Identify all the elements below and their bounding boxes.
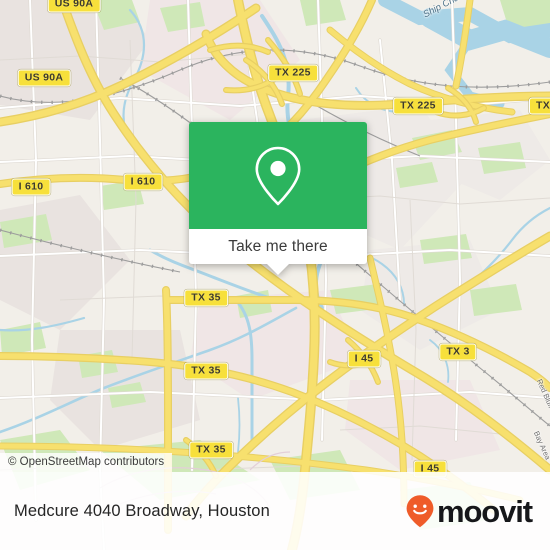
moovit-pin-icon: [406, 495, 434, 528]
callout-action-bar[interactable]: Take me there: [189, 229, 367, 275]
highway-shield: TX 3: [439, 343, 477, 361]
moovit-wordmark: moovit: [436, 493, 533, 529]
highway-shield: US 90A: [47, 0, 101, 13]
highway-shield: US 90A: [17, 69, 71, 87]
callout-pointer-tail: [267, 264, 289, 275]
highway-shield: TX 225: [268, 64, 318, 82]
moovit-logo[interactable]: moovit: [405, 493, 533, 529]
highway-shield: I 610: [123, 173, 163, 191]
callout-image-placeholder: [189, 122, 367, 229]
map-attribution[interactable]: © OpenStreetMap contributors: [0, 453, 173, 472]
place-name-label: Medcure 4040 Broadway, Houston: [14, 501, 270, 520]
highway-shield: TX 35: [189, 441, 233, 459]
map-screenshot-root: .road-major{stroke:#f7e06e;stroke-lineca…: [0, 0, 550, 550]
highway-shield: TX 35: [184, 289, 228, 307]
highway-shield: I 45: [347, 350, 381, 368]
highway-shield: I 610: [11, 178, 51, 196]
location-callout-card[interactable]: Take me there: [189, 122, 367, 275]
highway-shield: TX 35: [184, 362, 228, 380]
take-me-there-label: Take me there: [228, 237, 328, 255]
bottom-info-bar: Medcure 4040 Broadway, Houston moovit: [0, 472, 550, 550]
highway-shield: TX 225: [393, 97, 443, 115]
map-pin-icon: [255, 146, 301, 205]
highway-shield: TX: [528, 97, 550, 115]
